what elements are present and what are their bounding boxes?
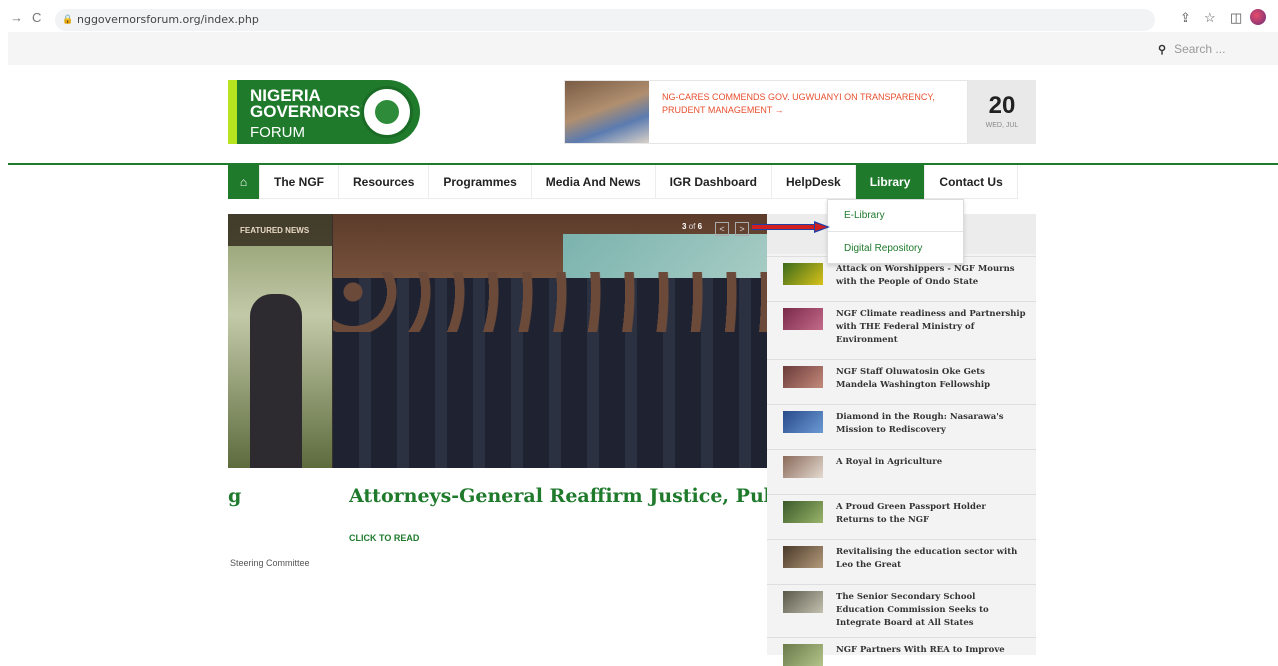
news-list-panel: Attack on Worshippers - NGF Mourns with … [767, 214, 1036, 666]
bookmark-star-icon[interactable]: ☆ [1204, 10, 1216, 26]
ticker-headline[interactable]: NG-CARES COMMENDS GOV. UGWUANYI ON TRANS… [662, 91, 962, 117]
nav-item-resources[interactable]: Resources [339, 165, 430, 199]
annotation-arrow-icon [752, 221, 830, 233]
current-slide-image[interactable] [333, 214, 767, 468]
share-icon[interactable]: ⇪ [1180, 10, 1191, 26]
browser-chrome: → C 🔒 nggovernorsforum.org/index.php ⇪ ☆… [0, 0, 1278, 32]
news-thumbnail [783, 501, 823, 523]
list-item[interactable]: NGF Staff Oluwatosin Oke Gets Mandela Wa… [767, 359, 1036, 403]
dropdown-item-digital-repository[interactable]: Digital Repository [828, 232, 963, 264]
news-thumbnail [783, 546, 823, 568]
news-title[interactable]: NGF Staff Oluwatosin Oke Gets Mandela Wa… [836, 366, 1026, 392]
nav-item-contact-us[interactable]: Contact Us [925, 165, 1018, 199]
nav-item-helpdesk[interactable]: HelpDesk [772, 165, 856, 199]
logo-text: NIGERIA GOVERNORS' [250, 87, 365, 121]
news-thumbnail [783, 591, 823, 613]
list-item[interactable]: NGF Partners With REA to Improve [767, 637, 1036, 666]
news-title[interactable]: A Proud Green Passport Holder Returns to… [836, 501, 1026, 527]
list-item[interactable]: A Proud Green Passport Holder Returns to… [767, 494, 1036, 538]
slide-person [250, 294, 302, 468]
nav-item-programmes[interactable]: Programmes [429, 165, 532, 199]
coat-of-arms-icon [361, 86, 413, 138]
slide-heads [333, 272, 767, 332]
list-item[interactable]: Diamond in the Rough: Nasarawa's Mission… [767, 404, 1036, 448]
nav-item-the-ngf[interactable]: The NGF [260, 165, 339, 199]
list-item[interactable]: Revitalising the education sector with L… [767, 539, 1036, 583]
news-thumbnail [783, 366, 823, 388]
news-title[interactable]: Revitalising the education sector with L… [836, 546, 1026, 572]
back-arrow-icon[interactable]: → [10, 10, 23, 25]
nav-item-igr-dashboard[interactable]: IGR Dashboard [656, 165, 773, 199]
featured-headline[interactable]: Attorneys-General Reaffirm Justice, Publ… [349, 485, 767, 507]
news-thumbnail [783, 456, 823, 478]
list-item[interactable]: The Senior Secondary School Education Co… [767, 584, 1036, 636]
profile-avatar[interactable] [1250, 9, 1266, 25]
news-title[interactable]: The Senior Secondary School Education Co… [836, 591, 1026, 630]
logo-accent-bar [228, 80, 237, 144]
side-panel-icon[interactable]: ◫ [1230, 10, 1242, 26]
previous-headline-fragment[interactable]: g [228, 485, 241, 507]
news-title[interactable]: Attack on Worshippers - NGF Mourns with … [836, 263, 1026, 289]
logo-line-3: FORUM [250, 124, 305, 141]
slide-counter-total: 6 [697, 222, 703, 231]
news-thumbnail [783, 411, 823, 433]
click-to-read-link[interactable]: CLICK TO READ [349, 533, 419, 543]
news-title[interactable]: A Royal in Agriculture [836, 456, 1026, 469]
news-thumbnail [783, 644, 823, 666]
nav-item-library[interactable]: Library [855, 165, 926, 199]
ticker-thumbnail [565, 81, 649, 143]
previous-excerpt-fragment: Steering Committee [230, 558, 310, 568]
site-logo[interactable]: NIGERIA GOVERNORS' FORUM [228, 80, 420, 144]
lock-icon: 🔒 [62, 14, 74, 24]
date-box: 20 WED, JUL [968, 80, 1036, 144]
previous-slide-image [228, 214, 332, 468]
list-item[interactable]: NGF Climate readiness and Partnership wi… [767, 301, 1036, 358]
search-input[interactable]: Search ... [1174, 42, 1225, 56]
date-weekday-month: WED, JUL [985, 122, 1019, 129]
list-item[interactable]: A Royal in Agriculture [767, 449, 1036, 493]
slide-counter: 3 of 6 [682, 222, 702, 231]
home-icon: ⌂ [239, 175, 248, 189]
news-ticker[interactable]: NG-CARES COMMENDS GOV. UGWUANYI ON TRANS… [564, 80, 968, 144]
library-dropdown: E-Library Digital Repository [827, 199, 964, 264]
slide-counter-sep: of [688, 222, 696, 231]
date-day: 20 [988, 92, 1016, 119]
slide-counter-current: 3 [682, 222, 687, 231]
news-title[interactable]: NGF Partners With REA to Improve [836, 644, 1026, 657]
reload-icon[interactable]: C [32, 10, 41, 25]
main-nav: ⌂ The NGF Resources Programmes Media And… [228, 165, 1018, 199]
search-box[interactable]: ⚲ Search ... [1158, 42, 1225, 56]
address-bar[interactable]: 🔒 nggovernorsforum.org/index.php [55, 9, 1155, 31]
news-thumbnail [783, 263, 823, 285]
news-title[interactable]: Diamond in the Rough: Nasarawa's Mission… [836, 411, 1026, 437]
slider-prev-button[interactable]: < [715, 222, 729, 236]
url-text[interactable]: nggovernorsforum.org/index.php [77, 13, 259, 26]
slider-next-button[interactable]: > [735, 222, 749, 236]
nav-home-button[interactable]: ⌂ [228, 165, 260, 199]
featured-news-tag: FEATURED NEWS [228, 214, 332, 246]
logo-line-2: GOVERNORS' [250, 102, 365, 121]
top-bar: ⚲ Search ... [8, 32, 1278, 65]
news-thumbnail [783, 308, 823, 330]
search-icon: ⚲ [1158, 44, 1167, 56]
news-title[interactable]: NGF Climate readiness and Partnership wi… [836, 308, 1026, 347]
featured-slider[interactable]: FEATURED NEWS 3 of 6 < > [228, 214, 767, 468]
dropdown-item-e-library[interactable]: E-Library [828, 200, 963, 232]
nav-item-media-and-news[interactable]: Media And News [532, 165, 656, 199]
